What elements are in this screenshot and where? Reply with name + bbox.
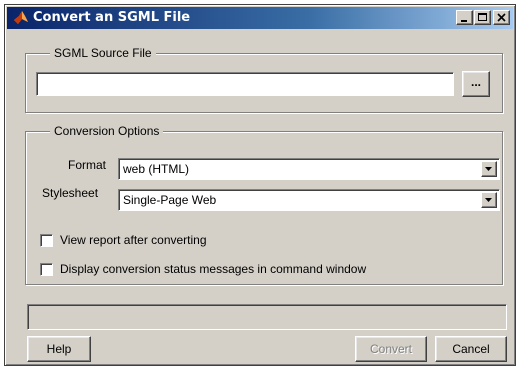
format-dropdown[interactable]: web (HTML) [118,158,500,180]
chevron-down-icon [485,198,492,202]
chevron-down-icon [485,167,492,171]
stylesheet-dropdown-arrow[interactable] [481,192,497,208]
display-status-checkbox-box[interactable] [40,263,53,276]
maximize-icon [478,13,487,21]
sgml-source-legend: SGML Source File [50,46,156,60]
minimize-icon [461,20,467,22]
stylesheet-dropdown[interactable]: Single-Page Web [118,189,500,211]
matlab-icon [13,10,29,26]
browse-button-label: ... [470,75,481,89]
view-report-label: View report after converting [60,233,207,247]
format-value: web (HTML) [123,162,190,176]
conversion-options-group: Conversion Options Format web (HTML) Sty… [25,124,503,285]
close-button[interactable] [493,10,510,25]
stylesheet-label: Stylesheet [42,186,99,200]
display-status-checkbox[interactable]: Display conversion status messages in co… [40,262,480,278]
maximize-button[interactable] [474,10,491,25]
convert-button[interactable]: Convert [355,336,427,362]
status-field [27,304,507,330]
help-button[interactable]: Help [27,336,91,362]
cancel-button[interactable]: Cancel [435,336,507,362]
stylesheet-value: Single-Page Web [123,193,217,207]
conversion-options-legend: Conversion Options [50,124,164,138]
format-dropdown-arrow[interactable] [481,161,497,177]
convert-button-label: Convert [369,342,413,356]
title-bar[interactable]: Convert an SGML File [7,7,513,29]
window-title: Convert an SGML File [33,10,191,25]
close-icon [497,13,506,22]
sgml-source-group: SGML Source File ... [25,46,503,113]
dialog-window: Convert an SGML File SGML Source File ..… [4,4,516,366]
browse-button[interactable]: ... [462,71,490,97]
format-label: Format [68,158,107,172]
view-report-checkbox-box[interactable] [40,234,53,247]
minimize-button[interactable] [456,10,473,25]
display-status-label: Display conversion status messages in co… [60,262,367,276]
source-file-input[interactable] [36,72,454,96]
help-button-label: Help [46,342,72,356]
cancel-button-label: Cancel [452,342,490,356]
view-report-checkbox[interactable]: View report after converting [40,233,340,249]
